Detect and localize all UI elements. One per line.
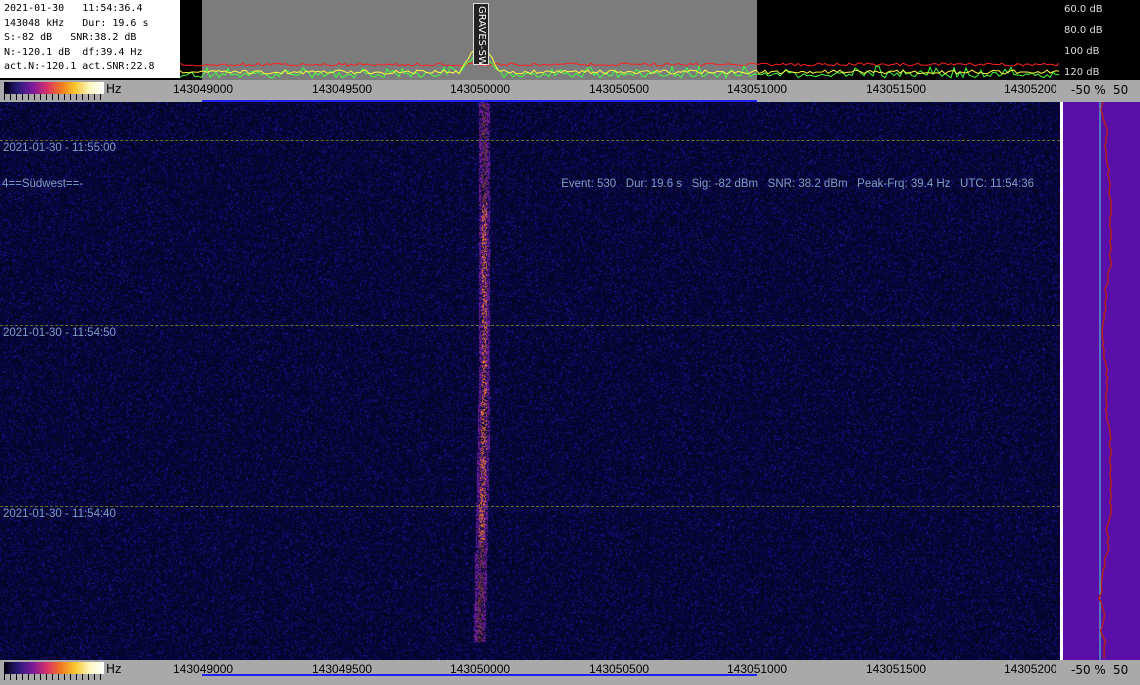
db-label: 80.0 dB bbox=[1064, 25, 1103, 36]
frequency-axis-bottom[interactable]: Hz 143049000 143049500 143050000 1430505… bbox=[0, 660, 1140, 685]
info-line-frequency: 143048 kHz Dur: 19.6 s bbox=[4, 17, 149, 29]
percent-scale: -50 % 50 bbox=[1063, 660, 1140, 682]
info-line-noise: N:-120.1 dB df:39.4 Hz bbox=[4, 46, 143, 58]
db-label: 60.0 dB bbox=[1064, 4, 1103, 15]
axis-tick-label: 143051500 bbox=[866, 662, 927, 676]
time-gridline bbox=[0, 140, 1060, 141]
time-gridline bbox=[0, 506, 1060, 507]
spectrum-traces bbox=[180, 41, 1060, 79]
timestamp-label: 2021-01-30 - 11:55:00 bbox=[3, 142, 116, 154]
percent-scale: -50 % 50 bbox=[1063, 80, 1140, 102]
station-marker-label: GRAVES-SW bbox=[476, 6, 487, 66]
color-scale-bar[interactable] bbox=[4, 82, 104, 94]
timestamp-label: 2021-01-30 - 11:54:40 bbox=[3, 508, 116, 520]
axis-tick-label: 143050000 bbox=[450, 82, 511, 96]
percent-right-label: 50 bbox=[1113, 663, 1129, 677]
color-scale-ticks bbox=[4, 674, 104, 680]
timestamp-label: 2021-01-30 - 11:54:50 bbox=[3, 327, 116, 339]
color-scale-ticks bbox=[4, 94, 104, 100]
percent-left-label: -50 % bbox=[1071, 83, 1106, 97]
axis-unit: Hz bbox=[106, 662, 122, 676]
axis-tick-label: 143049500 bbox=[312, 82, 373, 96]
time-gridline bbox=[0, 325, 1060, 326]
frequency-axis-top[interactable]: Hz 143049000 143049500 143050000 1430505… bbox=[0, 80, 1140, 102]
info-line-datetime: 2021-01-30 11:54:36.4 bbox=[4, 3, 143, 14]
bandpass-indicator[interactable] bbox=[202, 674, 757, 676]
axis-tick-label: 143049000 bbox=[173, 82, 234, 96]
db-label: 120 dB bbox=[1064, 67, 1100, 78]
station-label: 4==Südwest==- bbox=[2, 178, 84, 190]
axis-tick-label: 143052000 bbox=[1004, 82, 1056, 96]
axis-tick-label: 143051000 bbox=[727, 82, 788, 96]
reference-trace bbox=[180, 62, 1060, 67]
percent-right-label: 50 bbox=[1113, 83, 1129, 97]
signal-level-trace bbox=[1098, 102, 1112, 660]
level-trace bbox=[1098, 102, 1112, 659]
db-scale: 60.0 dB 80.0 dB 100 dB 120 dB bbox=[1060, 0, 1140, 80]
waterfall-overlay: 2021-01-30 - 11:55:00 2021-01-30 - 11:54… bbox=[0, 102, 1060, 660]
info-line-signal: S:-82 dB SNR:38.2 dB bbox=[4, 32, 137, 43]
axis-tick-label: 143052000 bbox=[1004, 662, 1056, 676]
event-info-label: Event: 530 Dur: 19.6 s Sig: -82 dBm SNR:… bbox=[561, 178, 1034, 190]
axis-tick-label: 143050500 bbox=[589, 82, 650, 96]
percent-left-label: -50 % bbox=[1071, 663, 1106, 677]
info-line-actual: act.N:-120.1 act.SNR:22.8 bbox=[4, 61, 155, 72]
db-label: 100 dB bbox=[1064, 46, 1100, 57]
axis-tick-label: 143051500 bbox=[866, 82, 927, 96]
color-scale-bar[interactable] bbox=[4, 662, 104, 674]
info-panel: 2021-01-30 11:54:36.4 143048 kHz Dur: 19.… bbox=[0, 0, 180, 78]
axis-unit: Hz bbox=[106, 82, 122, 96]
signal-trace bbox=[180, 41, 1060, 75]
station-marker[interactable]: GRAVES-SW bbox=[473, 3, 489, 66]
